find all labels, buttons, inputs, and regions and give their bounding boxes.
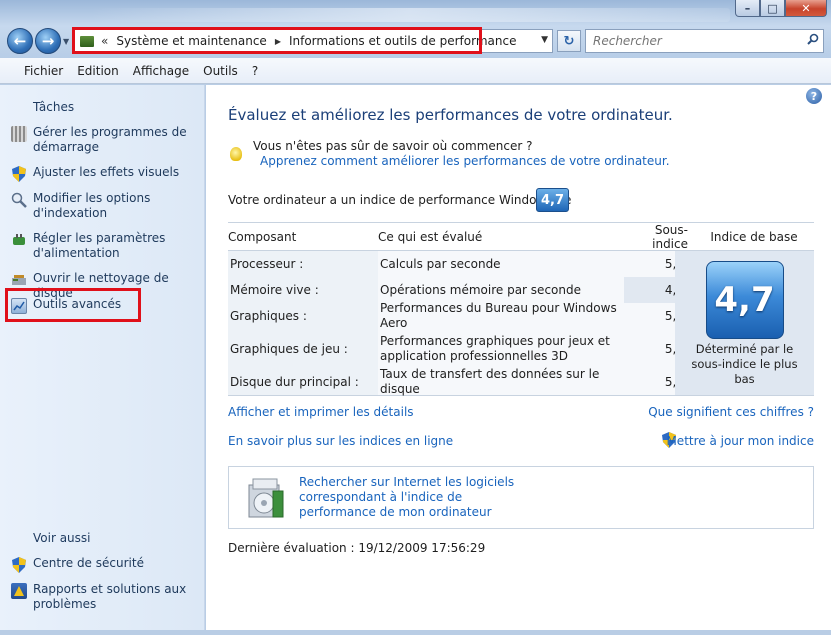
wei-score-badge: 4,7 [536, 188, 569, 212]
header-rated: Ce qui est évalué [378, 229, 483, 244]
row-component: Mémoire vive : [228, 277, 378, 303]
help-icon[interactable]: ? [806, 88, 822, 104]
menu-view[interactable]: Affichage [133, 64, 189, 78]
update-score-link[interactable]: Mettre à jour mon indice [666, 434, 814, 448]
task-indexing-options[interactable]: Modifier les options d'indexation [11, 191, 201, 221]
wei-statement: Votre ordinateur a un indice de performa… [228, 193, 572, 207]
back-button[interactable]: ← [7, 28, 33, 54]
close-button[interactable]: ✕ [785, 0, 827, 17]
breadcrumb-overflow[interactable]: « [101, 34, 108, 48]
task-power-settings[interactable]: Régler les paramètres d'alimentation [11, 231, 201, 261]
minimize-button[interactable]: – [735, 0, 760, 17]
arrow-left-icon: ← [13, 32, 27, 50]
recent-pages-dropdown[interactable]: ▼ [63, 37, 69, 46]
power-icon [11, 232, 27, 248]
indexing-icon [11, 192, 27, 208]
lightbulb-icon [230, 147, 242, 161]
search-box[interactable] [585, 29, 824, 53]
tip-question: Vous n'êtes pas sûr de savoir où commenc… [253, 139, 533, 153]
refresh-icon: ↻ [563, 33, 575, 49]
task-label[interactable]: Modifier les options d'indexation [33, 191, 201, 221]
task-pane: Tâches Gérer les programmes de démarrage… [0, 85, 205, 630]
main-content: ? Évaluez et améliorez les performances … [206, 85, 831, 630]
task-visual-effects[interactable]: Ajuster les effets visuels [11, 165, 201, 182]
header-base-score: Indice de base [710, 229, 798, 244]
task-label[interactable]: Gérer les programmes de démarrage [33, 125, 201, 155]
row-rated: Performances graphiques pour jeux et app… [378, 329, 624, 369]
refresh-button[interactable]: ↻ [557, 30, 581, 52]
startup-programs-icon [11, 126, 27, 142]
row-rated: Opérations mémoire par seconde [378, 277, 624, 303]
see-also-security-center[interactable]: Centre de sécurité [11, 556, 201, 573]
task-startup-programs[interactable]: Gérer les programmes de démarrage [11, 125, 201, 155]
tasks-heading: Tâches [33, 100, 75, 114]
task-label[interactable]: Régler les paramètres d'alimentation [33, 231, 201, 261]
row-component: Graphiques de jeu : [228, 329, 378, 369]
address-bar[interactable]: « Système et maintenance ▶ Informations … [73, 29, 553, 53]
row-component: Processeur : [228, 251, 378, 277]
base-score-badge: 4,7 [705, 261, 784, 339]
table-body: Processeur : Calculs par seconde 5,3 Mém… [228, 250, 814, 396]
see-also-heading: Voir aussi [33, 531, 91, 545]
task-label[interactable]: Rapports et solutions aux problèmes [33, 582, 201, 612]
see-also-reports[interactable]: Rapports et solutions aux problèmes [11, 582, 201, 612]
learn-more-scores-link[interactable]: En savoir plus sur les indices en ligne [228, 434, 453, 448]
title-bar-blur [90, 8, 730, 22]
maximize-button[interactable]: □ [760, 0, 785, 17]
row-rated: Taux de transfert des données sur le dis… [378, 367, 624, 396]
menu-tools[interactable]: Outils [203, 64, 238, 78]
task-label[interactable]: Ajuster les effets visuels [33, 165, 179, 180]
address-dropdown-icon[interactable]: ▼ [541, 35, 548, 45]
print-details-link[interactable]: Afficher et imprimer les détails [228, 405, 414, 419]
window-chrome: – □ ✕ ← → ▼ « Système et maintenance ▶ I… [0, 0, 831, 58]
page-title: Évaluez et améliorez les performances de… [228, 106, 673, 124]
reports-icon [11, 583, 27, 599]
software-info-box: Rechercher sur Internet les logiciels co… [228, 466, 814, 529]
table-header: Composant Ce qui est évalué Sous-indice … [228, 222, 814, 251]
breadcrumb-system-maintenance[interactable]: Système et maintenance [116, 34, 266, 48]
menu-help[interactable]: ? [252, 64, 258, 78]
breadcrumb-performance[interactable]: Informations et outils de performance [289, 34, 516, 48]
control-panel-icon [80, 35, 94, 47]
breadcrumb-separator-icon[interactable]: ▶ [275, 37, 281, 46]
window-controls: – □ ✕ [735, 0, 827, 17]
improve-performance-link[interactable]: Apprenez comment améliorer les performan… [260, 154, 670, 168]
disk-cleanup-icon [11, 272, 27, 288]
menu-edit[interactable]: Edition [77, 64, 119, 78]
row-rated: Calculs par seconde [378, 251, 624, 277]
menu-bar: Fichier Edition Affichage Outils ? [0, 58, 831, 84]
shield-icon [11, 166, 27, 182]
base-score-panel: 4,7 Déterminé par le sous-indice le plus… [675, 251, 814, 395]
search-software-link[interactable]: Rechercher sur Internet les logiciels co… [299, 475, 539, 520]
last-evaluation: Dernière évaluation : 19/12/2009 17:56:2… [228, 541, 486, 555]
search-input[interactable] [593, 34, 803, 48]
task-label[interactable]: Centre de sécurité [33, 556, 144, 571]
search-icon[interactable] [803, 33, 823, 49]
base-score-caption: Déterminé par le sous-indice le plus bas [691, 342, 798, 386]
task-advanced-tools[interactable]: Outils avancés [11, 297, 201, 314]
row-component: Disque dur principal : [228, 369, 378, 395]
score-table: Composant Ce qui est évalué Sous-indice … [228, 222, 814, 396]
row-rated: Performances du Bureau pour Windows Aero [378, 301, 624, 330]
header-component: Composant [228, 229, 297, 244]
what-do-numbers-mean-link[interactable]: Que signifient ces chiffres ? [648, 405, 814, 419]
task-label[interactable]: Outils avancés [33, 297, 121, 312]
arrow-right-icon: → [41, 32, 55, 50]
security-center-icon [11, 557, 27, 573]
header-subscore: Sous-indice [652, 222, 688, 251]
software-box-icon [243, 475, 287, 521]
menu-file[interactable]: Fichier [24, 64, 63, 78]
forward-button[interactable]: → [35, 28, 61, 54]
row-component: Graphiques : [228, 303, 378, 329]
advanced-tools-icon [11, 298, 27, 314]
